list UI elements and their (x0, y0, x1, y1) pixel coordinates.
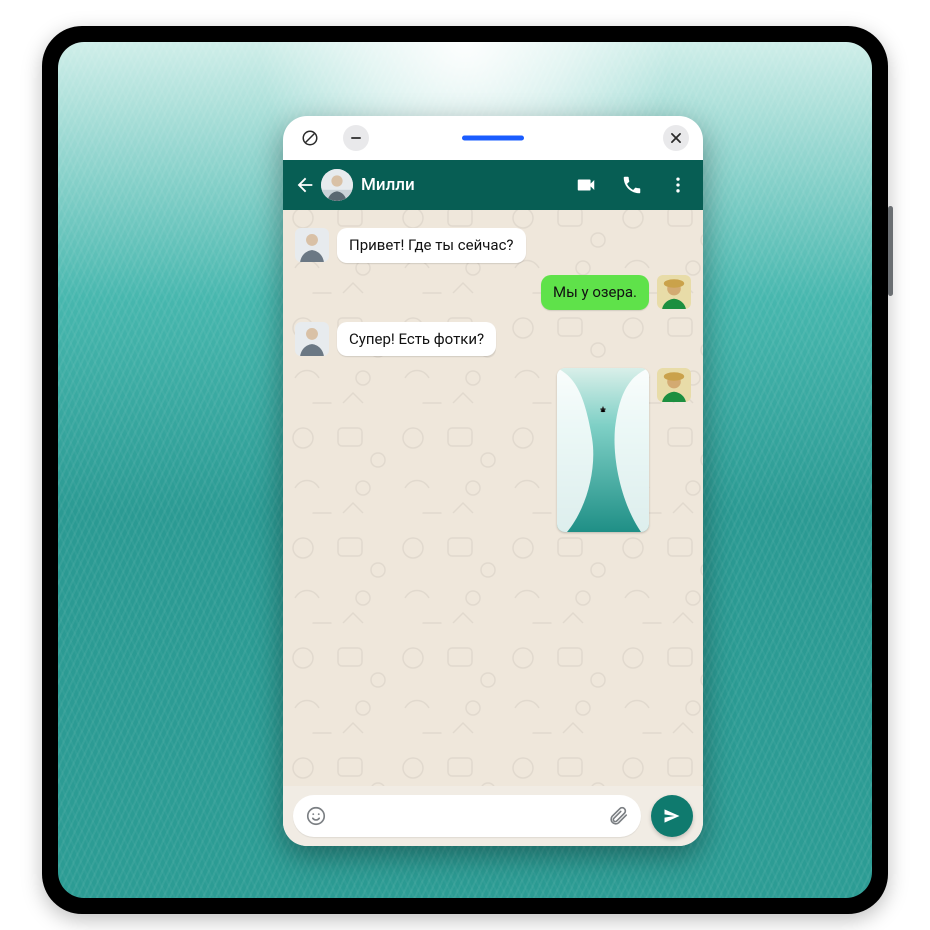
emoji-button[interactable] (305, 805, 327, 827)
emoji-icon (305, 805, 327, 827)
chat-header: Милли (283, 160, 703, 210)
message-input[interactable] (337, 808, 597, 825)
arrow-left-icon (294, 174, 316, 196)
message-row (295, 368, 691, 532)
tablet-frame: Милли (42, 26, 888, 914)
message-row: Супер! Есть фотки? (295, 322, 691, 357)
tablet-screen: Милли (58, 42, 872, 898)
my-avatar[interactable] (657, 368, 691, 402)
sender-avatar[interactable] (295, 228, 329, 262)
attach-button[interactable] (607, 805, 629, 827)
minimize-icon (349, 131, 363, 145)
sender-avatar[interactable] (295, 322, 329, 356)
voice-call-button[interactable] (621, 174, 643, 196)
message-row: Привет! Где ты сейчас? (295, 228, 691, 263)
menu-icon (668, 175, 688, 195)
contact-name[interactable]: Милли (361, 175, 575, 195)
message-bubble-in[interactable]: Привет! Где ты сейчас? (337, 228, 526, 263)
message-text: Мы у озера. (553, 283, 637, 301)
message-area[interactable]: Привет! Где ты сейчас? Мы у озера. (283, 210, 703, 786)
avatar-image (657, 368, 691, 402)
composer (283, 786, 703, 846)
my-avatar[interactable] (657, 275, 691, 309)
message-photo[interactable] (557, 368, 649, 532)
close-button[interactable] (663, 125, 689, 151)
back-button[interactable] (291, 171, 319, 199)
message-bubble-out[interactable]: Мы у озера. (541, 275, 649, 310)
avatar-image (295, 228, 329, 262)
avatar-image (321, 169, 353, 201)
call-icon (621, 174, 643, 196)
message-list: Привет! Где ты сейчас? Мы у озера. (283, 210, 703, 786)
video-icon (575, 173, 597, 197)
send-button[interactable] (651, 795, 693, 837)
chat-window: Милли (283, 116, 703, 846)
contact-avatar[interactable] (321, 169, 353, 201)
message-text: Привет! Где ты сейчас? (349, 236, 514, 254)
orientation-icon (301, 129, 319, 147)
orientation-button[interactable] (297, 125, 323, 151)
avatar-image (295, 322, 329, 356)
message-text: Супер! Есть фотки? (349, 330, 484, 348)
message-row: Мы у озера. (295, 275, 691, 310)
drag-handle[interactable] (462, 136, 524, 141)
video-call-button[interactable] (575, 174, 597, 196)
menu-button[interactable] (667, 174, 689, 196)
window-bar (283, 116, 703, 160)
minimize-button[interactable] (343, 125, 369, 151)
send-icon (662, 806, 682, 826)
tablet-side-button (888, 206, 893, 296)
photo-thumbnail (557, 368, 649, 532)
attach-icon (607, 805, 629, 827)
message-bubble-in[interactable]: Супер! Есть фотки? (337, 322, 496, 357)
close-icon (669, 131, 683, 145)
avatar-image (657, 275, 691, 309)
message-input-wrap (293, 795, 641, 837)
